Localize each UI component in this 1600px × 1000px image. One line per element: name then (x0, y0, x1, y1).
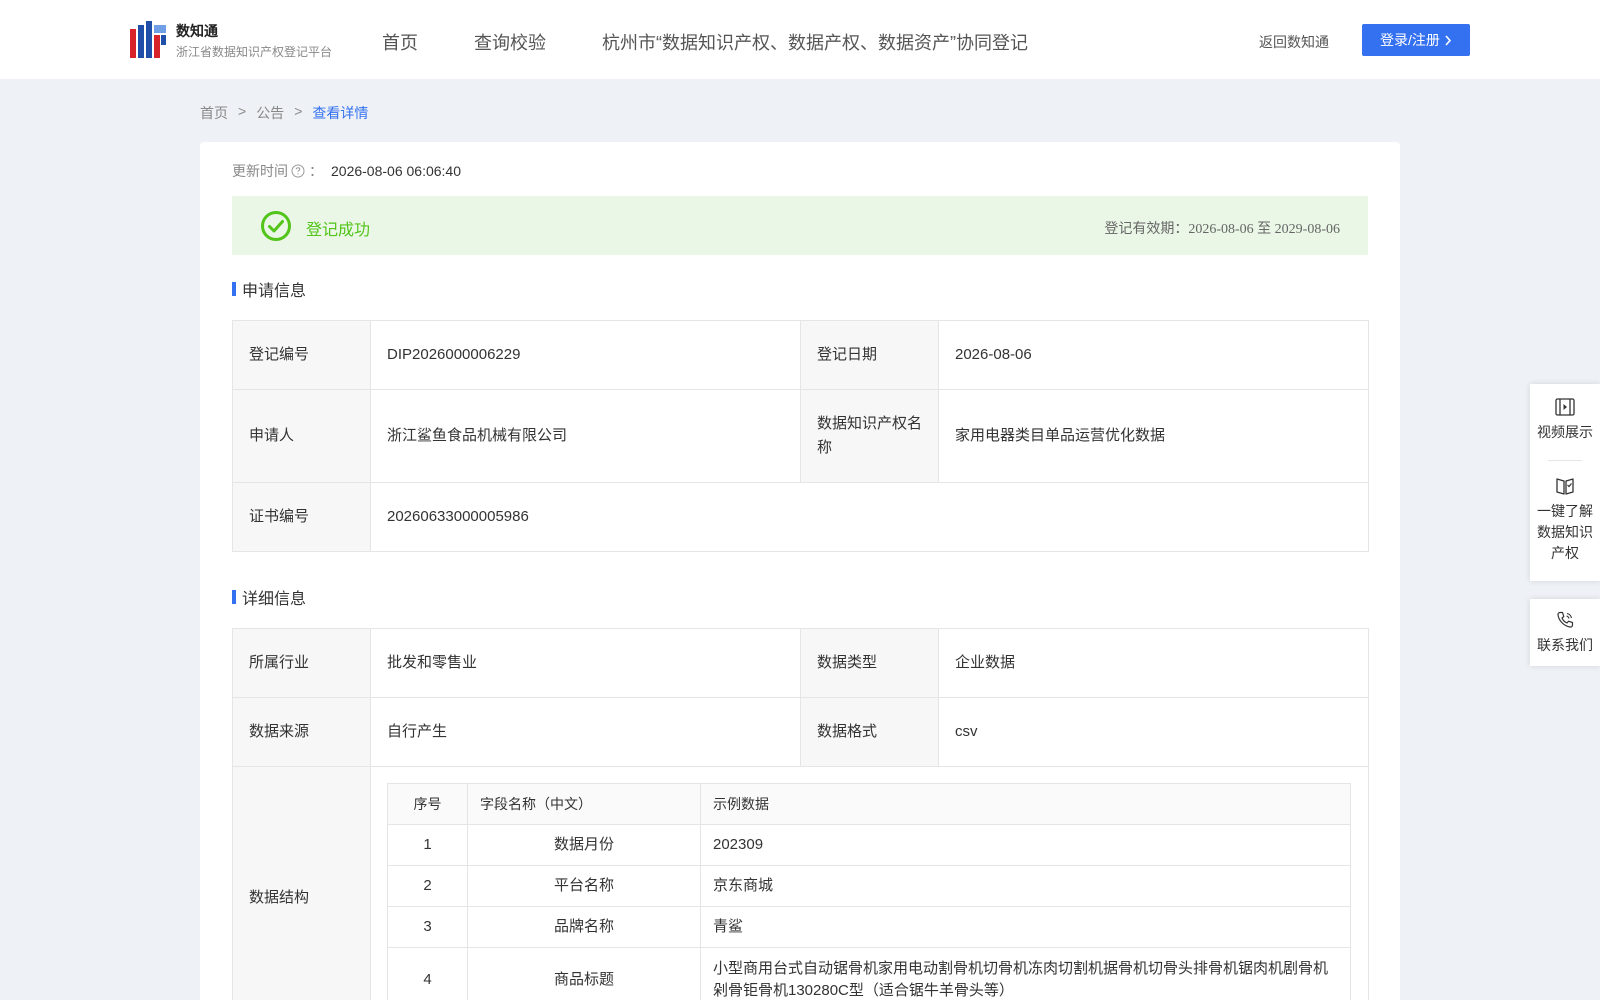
source-value: 自行产生 (370, 697, 801, 767)
update-time-value: 2026-08-06 06:06:40 (331, 163, 461, 179)
reg-no-value: DIP2026000006229 (370, 320, 801, 390)
table-row: 数据结构 序号 字段名称（中文） 示例数据 1 数据月份 202309 2 平台… (232, 766, 1369, 1000)
application-info-table: 登记编号 DIP2026000006229 登记日期 2026-08-06 申请… (232, 320, 1369, 552)
nav-hangzhou-coregistration[interactable]: 杭州市“数据知识产权、数据产权、数据资产”协同登记 (602, 29, 1028, 55)
field-name: 数据月份 (467, 824, 701, 866)
update-time-row: 更新时间 ： 2026-08-06 06:06:40 (232, 161, 461, 181)
brand-name: 数知通 (176, 23, 218, 39)
format-label: 数据格式 (800, 697, 939, 767)
chevron-right-icon (1445, 34, 1452, 46)
section-title-application: 申请信息 (232, 277, 306, 301)
contact-us-label: 联系我们 (1537, 637, 1593, 653)
status-text: 登记成功 (306, 222, 371, 239)
book-icon (1556, 478, 1574, 495)
ip-name-value: 家用电器类目单品运营优化数据 (938, 389, 1369, 483)
float-bar-group: 视频展示 一键了解数据知识产权 (1530, 384, 1600, 581)
cert-no-value: 20260633000005986 (370, 482, 1369, 552)
learn-ip-button[interactable]: 一键了解数据知识产权 (1530, 461, 1600, 581)
check-circle-icon (261, 211, 291, 241)
video-showcase-button[interactable]: 视频展示 (1530, 384, 1600, 460)
table-row: 证书编号 20260633000005986 (232, 482, 1369, 552)
breadcrumb-current: 查看详情 (312, 105, 369, 121)
table-row: 登记编号 DIP2026000006229 登记日期 2026-08-06 (232, 320, 1369, 390)
learn-ip-label: 一键了解数据知识产权 (1537, 503, 1593, 561)
platform-logo[interactable] (130, 21, 166, 58)
breadcrumb-separator: > (294, 103, 303, 119)
phone-icon (1557, 611, 1574, 628)
field-index: 4 (387, 947, 468, 1000)
table-row: 数据来源 自行产生 数据格式 csv (232, 697, 1369, 767)
validity-period: 登记有效期：2026-08-06 至 2029-08-06 (1104, 222, 1340, 237)
field-index: 2 (387, 865, 468, 907)
contact-us-button[interactable]: 联系我们 (1530, 599, 1600, 666)
table-row: 3 品牌名称 青鲨 (387, 906, 1351, 948)
format-value: csv (938, 697, 1369, 767)
section-marker (232, 282, 236, 296)
ip-name-label: 数据知识产权名称 (800, 389, 939, 483)
applicant-value: 浙江鲨鱼食品机械有限公司 (370, 389, 801, 483)
source-label: 数据来源 (232, 697, 371, 767)
cert-no-label: 证书编号 (232, 482, 371, 552)
industry-label: 所属行业 (232, 628, 371, 698)
field-name: 品牌名称 (467, 906, 701, 948)
field-example: 京东商城 (700, 865, 1351, 907)
reg-no-label: 登记编号 (232, 320, 371, 390)
col-header-example: 示例数据 (700, 783, 1351, 825)
table-row: 2 平台名称 京东商城 (387, 865, 1351, 907)
col-header-index: 序号 (387, 783, 468, 825)
data-type-value: 企业数据 (938, 628, 1369, 698)
contact-float: 联系我们 (1530, 599, 1600, 666)
table-row: 申请人 浙江鲨鱼食品机械有限公司 数据知识产权名称 家用电器类目单品运营优化数据 (232, 389, 1369, 483)
reg-date-label: 登记日期 (800, 320, 939, 390)
field-example: 青鲨 (700, 906, 1351, 948)
section-title-text: 详细信息 (242, 591, 307, 608)
col-header-field-name: 字段名称（中文） (467, 783, 701, 825)
industry-value: 批发和零售业 (370, 628, 801, 698)
brand-subtitle: 浙江省数据知识产权登记平台 (176, 45, 333, 59)
reg-date-value: 2026-08-06 (938, 320, 1369, 390)
breadcrumb: 首页 > 公告 > 查看详情 (200, 103, 368, 123)
login-register-label: 登录/注册 (1380, 32, 1440, 48)
structure-label: 数据结构 (232, 766, 371, 1000)
table-header-row: 序号 字段名称（中文） 示例数据 (387, 783, 1351, 825)
field-example: 小型商用台式自动锯骨机家用电动割骨机切骨机冻肉切割机据骨机切骨头排骨机锯肉机剧骨… (700, 947, 1351, 1000)
update-time-colon: ： (309, 163, 323, 179)
status-banner: 登记成功 登记有效期：2026-08-06 至 2029-08-06 (232, 196, 1368, 255)
data-type-label: 数据类型 (800, 628, 939, 698)
table-row: 所属行业 批发和零售业 数据类型 企业数据 (232, 628, 1369, 698)
applicant-label: 申请人 (232, 389, 371, 483)
table-row: 4 商品标题 小型商用台式自动锯骨机家用电动割骨机切骨机冻肉切割机据骨机切骨头排… (387, 947, 1351, 1000)
data-structure-table: 序号 字段名称（中文） 示例数据 1 数据月份 202309 2 平台名称 京东… (387, 783, 1351, 1000)
section-title-text: 申请信息 (242, 283, 307, 300)
nav-home[interactable]: 首页 (382, 29, 418, 55)
video-showcase-label: 视频展示 (1537, 424, 1593, 440)
field-name: 商品标题 (467, 947, 701, 1000)
nav-query-verify[interactable]: 查询校验 (474, 29, 546, 55)
table-row: 1 数据月份 202309 (387, 824, 1351, 866)
field-example: 202309 (700, 824, 1351, 866)
top-header: 数知通 浙江省数据知识产权登记平台 首页 查询校验 杭州市“数据知识产权、数据产… (0, 0, 1600, 79)
field-index: 3 (387, 906, 468, 948)
video-icon (1555, 398, 1575, 416)
breadcrumb-separator: > (238, 103, 247, 119)
update-time-label: 更新时间 (232, 163, 288, 179)
structure-cell: 序号 字段名称（中文） 示例数据 1 数据月份 202309 2 平台名称 京东… (370, 766, 1369, 1000)
field-index: 1 (387, 824, 468, 866)
question-circle-icon[interactable] (291, 164, 305, 178)
section-marker (232, 590, 236, 604)
breadcrumb-home[interactable]: 首页 (200, 103, 228, 123)
detail-info-table: 所属行业 批发和零售业 数据类型 企业数据 数据来源 自行产生 数据格式 csv… (232, 628, 1369, 1000)
breadcrumb-notice[interactable]: 公告 (256, 103, 284, 123)
login-register-button[interactable]: 登录/注册 (1362, 24, 1470, 56)
section-title-detail: 详细信息 (232, 585, 306, 609)
field-name: 平台名称 (467, 865, 701, 907)
return-link[interactable]: 返回数知通 (1259, 32, 1329, 52)
